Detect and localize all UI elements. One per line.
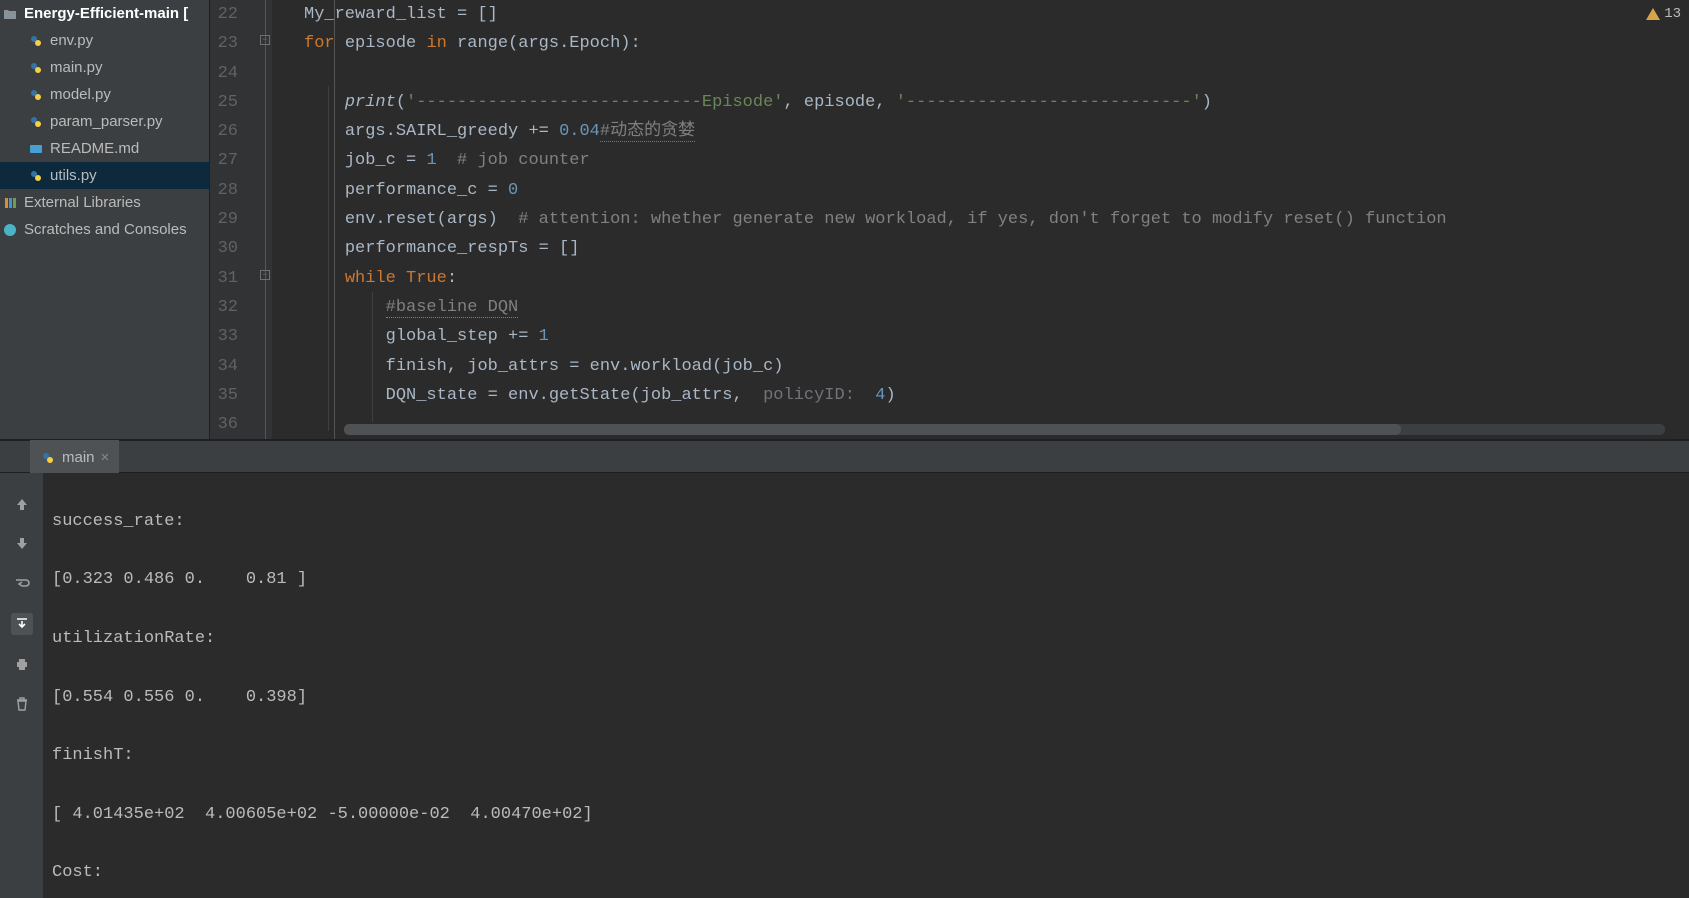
file-item[interactable]: env.py (0, 27, 209, 54)
run-tab-main[interactable]: main × (30, 440, 119, 473)
line-number: 29 (210, 205, 258, 234)
folder-icon (2, 6, 18, 22)
console-output[interactable]: success_rate: [0.323 0.486 0. 0.81 ] uti… (44, 473, 1689, 898)
line-number: 22 (210, 0, 258, 29)
project-root-label: Energy-Efficient-main [ (24, 5, 188, 22)
fold-toggle-icon[interactable]: − (260, 35, 270, 45)
file-label: README.md (50, 140, 139, 157)
file-item[interactable]: param_parser.py (0, 108, 209, 135)
line-number: 34 (210, 352, 258, 381)
soft-wrap-icon[interactable] (11, 573, 33, 595)
warning-icon (1646, 8, 1660, 20)
line-number-gutter: 22 23 24 25 26 27 28 29 30 31 32 33 34 3… (210, 0, 258, 439)
console-line: Cost: (52, 858, 1681, 887)
line-number: 26 (210, 117, 258, 146)
console-line: [0.554 0.556 0. 0.398] (52, 683, 1681, 712)
file-label: model.py (50, 86, 111, 103)
line-number: 23 (210, 29, 258, 58)
line-number: 33 (210, 322, 258, 351)
fold-column[interactable]: − − (258, 0, 272, 439)
console-line: success_rate: (52, 507, 1681, 536)
code-area[interactable]: My_reward_list = [] for episode in range… (272, 0, 1689, 439)
arrow-up-icon[interactable] (11, 493, 33, 515)
console-line: utilizationRate: (52, 624, 1681, 653)
run-panel: main × success_rate: [0.323 0.486 0. 0.8… (0, 440, 1689, 898)
trash-icon[interactable] (11, 693, 33, 715)
file-label: env.py (50, 32, 93, 49)
file-item-selected[interactable]: utils.py (0, 162, 209, 189)
scratches-consoles[interactable]: Scratches and Consoles (0, 216, 209, 243)
python-file-icon (28, 60, 44, 76)
run-tab-label: main (62, 449, 95, 466)
console-line: finishT: (52, 741, 1681, 770)
python-file-icon (28, 168, 44, 184)
warning-count: 13 (1664, 6, 1681, 22)
markdown-file-icon (28, 141, 44, 157)
warning-badge[interactable]: 13 (1646, 6, 1681, 22)
file-item[interactable]: model.py (0, 81, 209, 108)
line-number: 35 (210, 381, 258, 410)
library-icon (2, 195, 18, 211)
scroll-to-end-icon[interactable] (11, 613, 33, 635)
file-item[interactable]: README.md (0, 135, 209, 162)
code-editor[interactable]: 22 23 24 25 26 27 28 29 30 31 32 33 34 3… (210, 0, 1689, 439)
line-number: 30 (210, 234, 258, 263)
external-libraries-label: External Libraries (24, 194, 141, 211)
line-number: 31 (210, 264, 258, 293)
python-file-icon (28, 114, 44, 130)
run-toolbar (0, 473, 44, 898)
external-libraries[interactable]: External Libraries (0, 189, 209, 216)
arrow-down-icon[interactable] (11, 533, 33, 555)
scratch-icon (2, 222, 18, 238)
line-number: 24 (210, 59, 258, 88)
python-file-icon (28, 87, 44, 103)
file-label: utils.py (50, 167, 97, 184)
project-root[interactable]: Energy-Efficient-main [ (0, 0, 209, 27)
file-label: param_parser.py (50, 113, 163, 130)
fold-toggle-icon[interactable]: − (260, 270, 270, 280)
line-number: 32 (210, 293, 258, 322)
scratches-label: Scratches and Consoles (24, 221, 187, 238)
python-file-icon (40, 450, 56, 466)
file-item[interactable]: main.py (0, 54, 209, 81)
project-tree[interactable]: Energy-Efficient-main [ env.py main.py m… (0, 0, 210, 439)
line-number: 36 (210, 410, 258, 439)
horizontal-scrollbar[interactable] (344, 424, 1665, 435)
line-number: 28 (210, 176, 258, 205)
run-tabs: main × (0, 440, 1689, 473)
print-icon[interactable] (11, 653, 33, 675)
close-icon[interactable]: × (101, 449, 110, 466)
file-label: main.py (50, 59, 103, 76)
python-file-icon (28, 33, 44, 49)
line-number: 27 (210, 146, 258, 175)
console-line: [0.323 0.486 0. 0.81 ] (52, 565, 1681, 594)
line-number: 25 (210, 88, 258, 117)
console-line: [ 4.01435e+02 4.00605e+02 -5.00000e-02 4… (52, 800, 1681, 829)
